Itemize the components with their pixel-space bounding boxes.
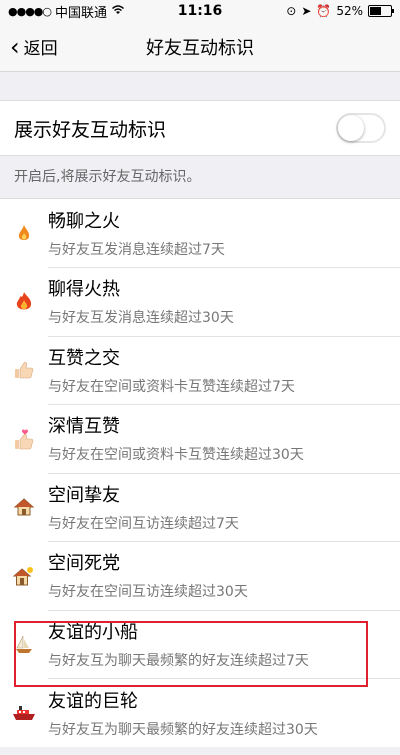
item-title: 聊得火热	[48, 279, 120, 301]
item-title: 空间挚友	[48, 484, 120, 506]
carrier-label: 中国联通	[55, 5, 108, 21]
item-desc: 与好友在空间互访连续超过30天	[48, 584, 248, 601]
list-item: 空间死党 与好友在空间互访连续超过30天	[0, 542, 400, 611]
list-item: 空间挚友 与好友在空间互访连续超过7天	[0, 473, 400, 542]
battery-icon	[368, 5, 394, 17]
house-sun-icon	[0, 566, 48, 586]
location-icon: ➤	[301, 4, 312, 18]
chevron-left-icon: ‹	[10, 32, 20, 61]
big-flame-icon	[0, 291, 48, 313]
small-flame-icon	[0, 224, 48, 242]
signal-icon: ●●●●○	[8, 4, 52, 18]
item-text: 畅聊之火 与好友互发消息连续超过7天	[48, 199, 400, 268]
switch-knob	[338, 115, 364, 141]
status-right: ⊙ ➤ ⏰ 52%	[286, 4, 394, 18]
status-bar: ●●●●○ 中国联通 11:16 ⊙ ➤ ⏰ 52%	[0, 0, 400, 22]
hint-text: 开启后,将展示好友互动标识。	[14, 169, 201, 185]
house-icon	[0, 498, 48, 516]
list-item: 深情互赞 与好友在空间或资料卡互赞连续超过30天	[0, 405, 400, 474]
sailboat-icon	[0, 634, 48, 654]
status-time: 11:16	[177, 3, 223, 19]
item-title: 互赞之交	[48, 347, 120, 369]
item-text: 友谊的巨轮 与好友互为聊天最频繁的好友连续超过30天	[48, 679, 400, 748]
list-item: 友谊的巨轮 与好友互为聊天最频繁的好友连续超过30天	[0, 679, 400, 748]
back-label: 返回	[23, 39, 58, 59]
item-text: 互赞之交 与好友在空间或资料卡互赞连续超过7天	[48, 336, 400, 405]
item-desc: 与好友互为聊天最频繁的好友连续超过7天	[48, 652, 309, 669]
thumbs-up-heart-icon	[0, 428, 48, 450]
item-title: 友谊的巨轮	[48, 690, 138, 712]
page-title: 好友互动标识	[146, 37, 254, 59]
toggle-label: 展示好友互动标识	[14, 118, 167, 141]
list-item: 友谊的小船 与好友互为聊天最频繁的好友连续超过7天	[0, 610, 400, 679]
item-title: 畅聊之火	[48, 210, 120, 232]
navigation-bar: ‹ 返回 好友互动标识	[0, 22, 400, 72]
item-title: 深情互赞	[48, 416, 120, 438]
back-button[interactable]: ‹ 返回	[0, 32, 58, 61]
item-desc: 与好友在空间互访连续超过7天	[48, 515, 239, 532]
wifi-icon	[111, 4, 125, 19]
list-item: 聊得火热 与好友互发消息连续超过30天	[0, 268, 400, 337]
item-desc: 与好友互为聊天最频繁的好友连续超过30天	[48, 721, 318, 738]
item-text: 空间死党 与好友在空间互访连续超过30天	[48, 541, 400, 611]
toggle-row: 展示好友互动标识	[0, 100, 400, 156]
item-title: 空间死党	[48, 553, 120, 575]
status-left: ●●●●○ 中国联通	[8, 2, 125, 21]
battery-fill	[370, 7, 382, 15]
item-desc: 与好友互发消息连续超过30天	[48, 310, 234, 327]
item-text: 友谊的小船 与好友互为聊天最频繁的好友连续超过7天	[48, 610, 400, 679]
item-title: 友谊的小船	[48, 621, 138, 643]
item-desc: 与好友在空间或资料卡互赞连续超过30天	[48, 447, 304, 464]
rotation-lock-icon: ⊙	[286, 4, 297, 18]
list-item: 互赞之交 与好友在空间或资料卡互赞连续超过7天	[0, 336, 400, 405]
show-badges-switch[interactable]	[336, 113, 386, 143]
battery-percent: 52%	[336, 4, 363, 18]
item-text: 深情互赞 与好友在空间或资料卡互赞连续超过30天	[48, 404, 400, 474]
item-text: 空间挚友 与好友在空间互访连续超过7天	[48, 473, 400, 542]
list-item: 畅聊之火 与好友互发消息连续超过7天	[0, 199, 400, 268]
ship-icon	[0, 705, 48, 721]
thumbs-up-icon	[0, 361, 48, 379]
badge-list: 畅聊之火 与好友互发消息连续超过7天 聊得火热 与好友互发消息连续超过30天 互…	[0, 198, 400, 747]
item-desc: 与好友在空间或资料卡互赞连续超过7天	[48, 378, 295, 395]
item-desc: 与好友互发消息连续超过7天	[48, 241, 225, 258]
item-text: 聊得火热 与好友互发消息连续超过30天	[48, 267, 400, 337]
alarm-icon: ⏰	[316, 4, 332, 18]
